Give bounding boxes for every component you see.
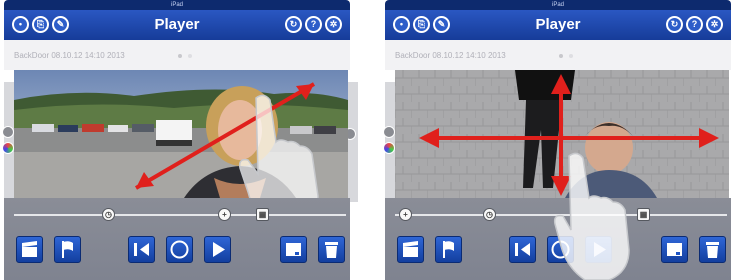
right-side-tab[interactable] [348, 82, 358, 202]
folder-icon[interactable] [661, 236, 688, 263]
page-dot [559, 54, 563, 58]
calendar-icon[interactable]: ▦ [637, 208, 650, 221]
navigation-bar: • ⎘ ✎ Player ↻ ? ✲ [4, 10, 350, 40]
plus-icon[interactable]: + [399, 208, 412, 221]
skip-back-icon[interactable] [128, 236, 155, 263]
circle-icon[interactable] [166, 236, 193, 263]
timeline-slider[interactable] [14, 214, 346, 216]
status-text: iPad [170, 2, 183, 8]
clock-icon[interactable]: ◷ [483, 208, 496, 221]
help-icon[interactable]: ? [305, 16, 322, 33]
playback-controls: ◷ + ▦ [4, 198, 350, 280]
side-button[interactable] [383, 126, 395, 138]
side-button[interactable] [2, 126, 14, 138]
clock-icon[interactable]: ◷ [102, 208, 115, 221]
player-panel-right: iPad • ⎘ ✎ Player ↻ ? ✲ BackDoor 08.10.1… [381, 0, 735, 280]
status-bar: iPad [385, 0, 731, 10]
gear-icon[interactable]: ✲ [706, 16, 723, 33]
flag-icon[interactable] [435, 236, 462, 263]
camera-label: BackDoor 08.10.12 14:10 2013 [14, 51, 125, 60]
help-icon[interactable]: ? [686, 16, 703, 33]
gesture-hand-icon [553, 152, 630, 280]
page-dot [188, 54, 192, 58]
calendar-icon[interactable]: ▦ [256, 208, 269, 221]
player-panel-left: iPad • ⎘ ✎ Player ↻ ? ✲ BackDoor 08.10.1… [0, 0, 358, 280]
folder-icon[interactable] [280, 236, 307, 263]
status-text: iPad [551, 2, 564, 8]
color-wheel-icon[interactable] [2, 142, 14, 154]
skip-back-icon[interactable] [509, 236, 536, 263]
camera-label: BackDoor 08.10.12 14:10 2013 [395, 51, 506, 60]
refresh-icon[interactable]: ↻ [666, 16, 683, 33]
color-wheel-icon[interactable] [383, 142, 395, 154]
play-icon[interactable] [204, 236, 231, 263]
page-dot [569, 54, 573, 58]
flag-icon[interactable] [54, 236, 81, 263]
plus-icon[interactable]: + [218, 208, 231, 221]
camera-bar: BackDoor 08.10.12 14:10 2013 [385, 40, 731, 70]
page-dot [178, 54, 182, 58]
status-bar: iPad [4, 0, 350, 10]
clapperboard-icon[interactable] [397, 236, 424, 263]
camera-bar: BackDoor 08.10.12 14:10 2013 [4, 40, 350, 70]
gear-icon[interactable]: ✲ [325, 16, 342, 33]
trash-icon[interactable] [318, 236, 345, 263]
navigation-bar: • ⎘ ✎ Player ↻ ? ✲ [385, 10, 731, 40]
trash-icon[interactable] [699, 236, 726, 263]
refresh-icon[interactable]: ↻ [285, 16, 302, 33]
clapperboard-icon[interactable] [16, 236, 43, 263]
